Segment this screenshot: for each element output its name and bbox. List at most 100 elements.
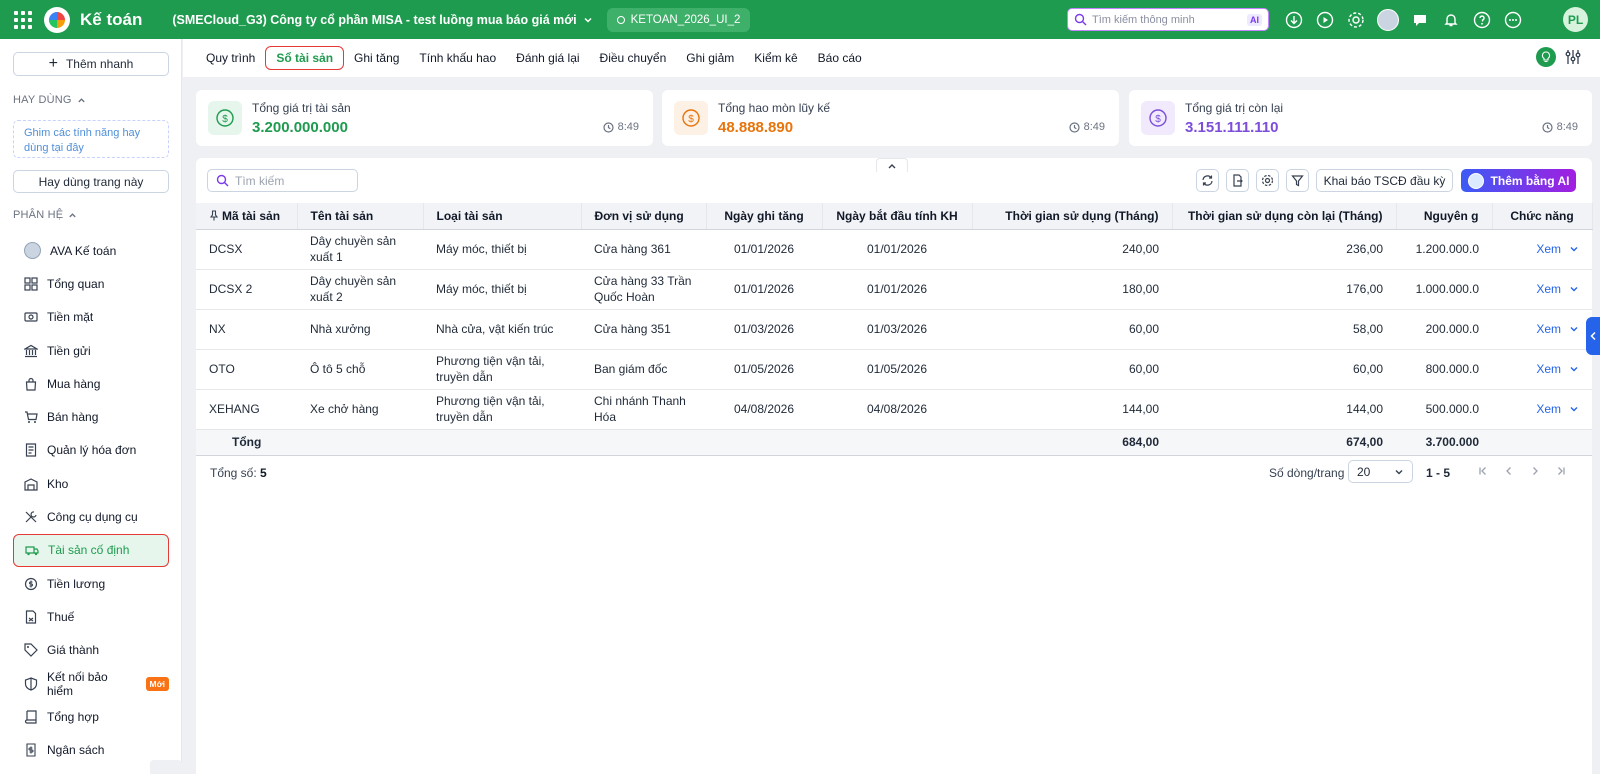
shopping-bag-icon [24,377,38,391]
sidebar-item-deposit[interactable]: Tiền gửi [13,334,169,367]
sidebar-item-tax[interactable]: Thuế [13,600,169,633]
column-header-type[interactable]: Loại tài sản [423,203,582,230]
tab-asset-register[interactable]: Sổ tài sản [265,46,345,70]
quick-add-button[interactable]: + Thêm nhanh [13,52,169,76]
sidebar-item-salary[interactable]: Tiền lương [13,567,169,600]
lightbulb-icon[interactable] [1536,47,1556,67]
view-link[interactable]: Xem [1536,321,1561,337]
next-page-icon[interactable] [1526,462,1544,480]
column-header-date-added[interactable]: Ngày ghi tăng [706,203,823,230]
sidebar-item-insurance[interactable]: Kết nối bảo hiểm Mới [13,667,169,700]
add-with-ai-button[interactable]: Thêm bằng AI [1461,169,1576,192]
tab-depreciation[interactable]: Tính khấu hao [409,47,506,69]
column-header-depreciation-start[interactable]: Ngày bắt đầu tính KH [822,203,973,230]
sidebar-item-invoice[interactable]: Quản lý hóa đơn [13,434,169,467]
column-header-remaining-life[interactable]: Thời gian sử dụng còn lại (Tháng) [1172,203,1397,230]
app-grid-icon[interactable] [14,10,32,29]
svg-text:$: $ [222,114,228,125]
first-page-icon[interactable] [1474,462,1492,480]
module-tabs: Quy trình Sổ tài sản Ghi tăng Tính khấu … [183,39,1600,77]
sidebar-item-warehouse[interactable]: Kho [13,467,169,500]
export-button[interactable] [1226,169,1249,192]
column-header-cost[interactable]: Nguyên g [1396,203,1493,230]
sidebar-item-cash[interactable]: Tiền mặt [13,301,169,334]
cell-date-added: 01/01/2026 [706,269,822,310]
cell-remaining-life: 176,00 [1172,269,1396,310]
pin-hint-box: Ghim các tính năng hay dùng tại đây [13,120,169,158]
table-row[interactable]: DCSX Dây chuyền sản xuất 1 Máy móc, thiế… [196,229,1592,270]
sidebar-item-tools[interactable]: Công cụ dụng cụ [13,500,169,533]
tab-transfer[interactable]: Điều chuyển [590,47,677,69]
column-header-useful-life[interactable]: Thời gian sử dụng (Tháng) [972,203,1173,230]
tab-decrease[interactable]: Ghi giảm [676,47,744,69]
database-status-icon [616,15,625,24]
sidebar-item-overview[interactable]: Tổng quan [13,267,169,300]
settings-gear-icon[interactable] [1346,10,1366,30]
modules-section-header[interactable]: PHÂN HỆ [13,209,77,221]
declare-opening-assets-button[interactable]: Khai báo TSCĐ đầu kỳ [1316,169,1453,192]
chevron-down-icon[interactable] [1569,364,1579,374]
module-menu: AVA Kế toán Tổng quan Tiền mặt Tiền gửi … [13,234,169,767]
tab-process[interactable]: Quy trình [196,47,265,69]
previous-page-icon[interactable] [1500,462,1518,480]
sidebar-item-purchase[interactable]: Mua hàng [13,367,169,400]
chevron-down-icon[interactable] [1569,404,1579,414]
tab-inventory-check[interactable]: Kiểm kê [744,47,807,69]
tab-increase[interactable]: Ghi tăng [344,47,409,69]
asset-search-input[interactable]: Tìm kiếm [207,169,358,192]
sidebar-item-label: Giá thành [47,643,100,658]
tab-reports[interactable]: Báo cáo [808,47,872,69]
column-header-unit[interactable]: Đơn vị sử dụng [581,203,707,230]
frequent-section-header[interactable]: HAY DÙNG [13,94,86,106]
sidebar-item-sales[interactable]: Bán hàng [13,400,169,433]
chevron-down-icon[interactable] [1569,244,1579,254]
view-link[interactable]: Xem [1536,241,1561,257]
help-icon[interactable] [1472,10,1492,30]
chat-icon[interactable] [1410,10,1430,30]
filter-button[interactable] [1286,169,1309,192]
sidebar-item-ava[interactable]: AVA Kế toán [13,234,169,267]
company-selector[interactable]: (SMECloud_G3) Công ty cổ phần MISA - tes… [172,13,592,27]
chevron-down-icon[interactable] [1569,284,1579,294]
column-settings-button[interactable] [1256,169,1279,192]
user-avatar[interactable]: PL [1563,7,1588,32]
table-row[interactable]: OTO Ô tô 5 chỗ Phương tiện vận tải, truy… [196,349,1592,390]
pin-icon[interactable] [209,210,219,221]
sliders-icon[interactable] [1564,48,1582,66]
sidebar-scroll-handle[interactable] [150,760,182,774]
column-header-name[interactable]: Tên tài sản [297,203,424,230]
sidebar-item-label: Tiền lương [47,576,106,591]
view-link[interactable]: Xem [1536,281,1561,297]
sidebar-item-cost[interactable]: Giá thành [13,634,169,667]
play-icon[interactable] [1315,10,1335,30]
view-link[interactable]: Xem [1536,361,1561,377]
column-header-code[interactable]: Mã tài sản [196,203,298,230]
view-link[interactable]: Xem [1536,401,1561,417]
download-icon[interactable] [1284,10,1304,30]
last-page-icon[interactable] [1552,462,1570,480]
database-pill[interactable]: KETOAN_2026_UI_2 [606,7,751,32]
assistant-avatar[interactable] [1377,9,1399,31]
sidebar-item-fixed-assets[interactable]: Tài sản cố định [13,533,169,567]
cell-code: DCSX [196,229,297,270]
card-label: Tổng hao mòn lũy kế [718,101,831,115]
expand-panel-tab[interactable] [1586,317,1600,355]
sidebar-item-summary[interactable]: Tổng hợp [13,700,169,733]
tab-revaluation[interactable]: Đánh giá lại [506,47,589,69]
cell-actions: Xem [1492,309,1592,350]
more-icon[interactable] [1503,10,1523,30]
cell-code: NX [196,309,297,350]
table-row[interactable]: XEHANG Xe chở hàng Phương tiện vận tải, … [196,389,1592,430]
rows-per-page-select[interactable]: 20 [1348,460,1413,483]
total-label: Tổng [232,435,262,449]
collapse-summary-button[interactable] [876,158,908,172]
refresh-button[interactable] [1196,169,1219,192]
cell-actions: Xem [1492,229,1592,270]
use-this-page-button[interactable]: Hay dùng trang này [13,170,169,193]
bell-icon[interactable] [1441,10,1461,30]
sidebar-item-budget[interactable]: Ngân sách [13,733,169,766]
smart-search-input[interactable]: Tìm kiếm thông minh AI [1067,8,1269,31]
table-row[interactable]: DCSX 2 Dây chuyền sản xuất 2 Máy móc, th… [196,269,1592,310]
table-row[interactable]: NX Nhà xưởng Nhà cửa, vật kiến trúc Cửa … [196,309,1592,350]
chevron-down-icon[interactable] [1569,324,1579,334]
